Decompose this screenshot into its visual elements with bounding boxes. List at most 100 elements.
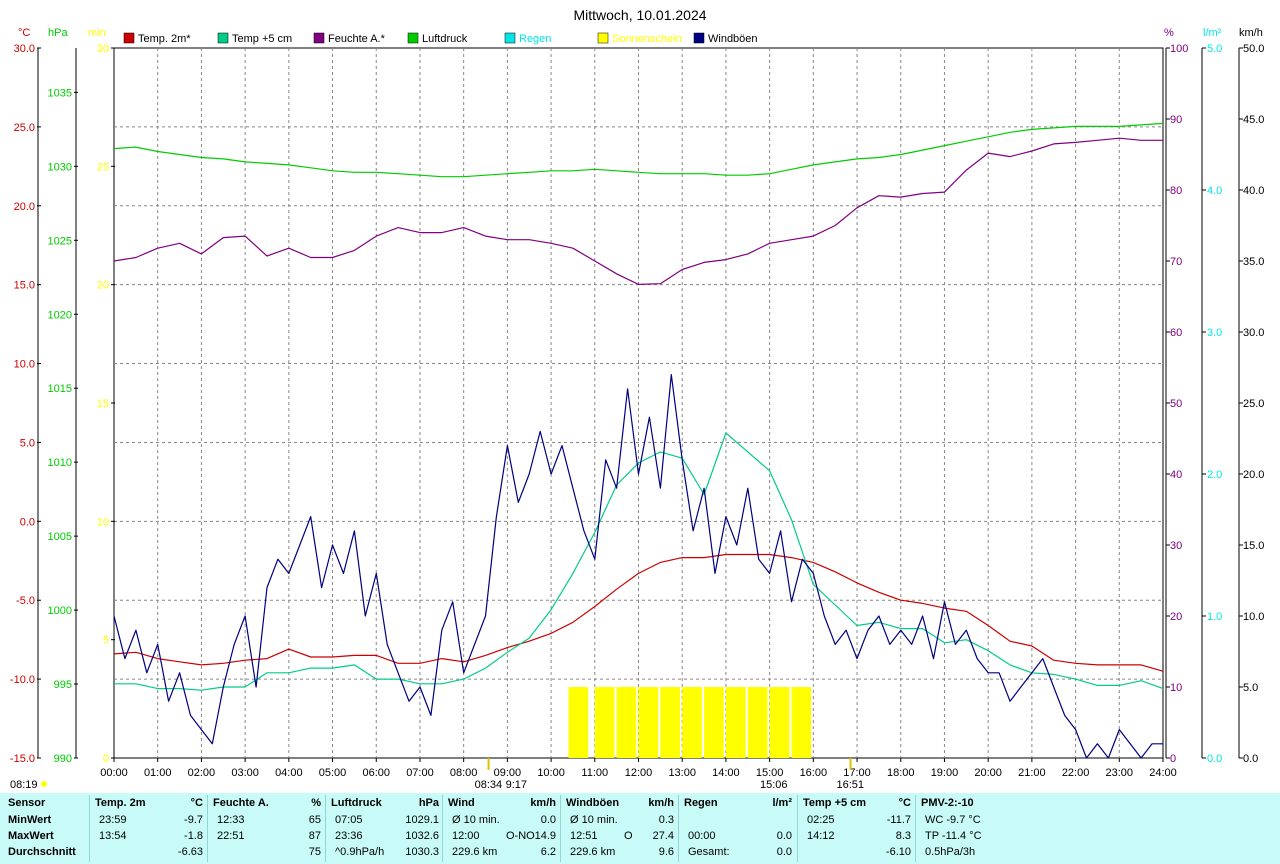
footer-cell-time: 12:51 [570,830,598,842]
x-tick-label: 01:00 [144,767,172,779]
sunshine-bar [568,687,589,758]
x-tick-label: 09:00 [494,767,522,779]
wind-tick-label: 0.0 [1243,753,1258,765]
footer-group-title: Feuchte A. [213,797,269,809]
x-tick-label: 16:00 [800,767,828,779]
pressure-tick-label: 1010 [48,457,72,469]
wind-tick-label: 40.0 [1243,185,1264,197]
footer-group-title: PMV-2:-10 [921,797,974,809]
x-tick-label: 05:00 [319,767,347,779]
pressure-tick-label: 1000 [48,605,72,617]
time-annotation: 08:19 [10,779,38,791]
sunshine-bar [704,687,724,758]
weather-chart: Mittwoch, 10.01.2024 30.0 25.0 20.0 15.0 10.0… [10,7,1265,791]
temp-tick-label: 15.0 [14,280,35,292]
rain-tick-label: 5.0 [1207,43,1222,55]
legend-label: Temp +5 cm [232,33,292,45]
pressure-tick-label: 1015 [48,383,72,395]
footer-cell-value: 0.0 [776,846,792,858]
x-tick-label: 21:00 [1018,767,1046,779]
pressure-tick-label: 990 [54,753,72,765]
footer-group-unit: °C [898,797,911,809]
footer-cell-value: 1032.6 [405,830,439,842]
legend-label: Luftdruck [422,33,468,45]
footer-row-label: MinWert [8,814,52,826]
sun-tick-label: 15 [97,398,109,410]
wind-tick-label: 50.0 [1243,43,1264,55]
legend-label: Sonnenschein [612,33,682,45]
temp-tick-label: 5.0 [20,437,35,449]
humidity-tick-label: 80 [1170,185,1182,197]
footer-cell-time: Ø 10 min. [452,814,500,826]
sun-tick-label: 30 [97,43,109,55]
footer-cell-value: -11.7 [886,814,911,826]
footer-separator [915,795,916,862]
humidity-tick-label: 90 [1170,114,1182,126]
footer-group-unit: hPa [418,797,439,809]
x-tick-label: 15:00 [756,767,784,779]
legend-label: Regen [519,33,551,45]
footer-group-title: Regen [684,797,718,809]
footer-group-unit: % [311,797,321,809]
rain-tick-label: 3.0 [1207,327,1222,339]
humidity-tick-label: 30 [1170,540,1182,552]
temp-tick-label: 20.0 [14,201,35,213]
stats-footer: Sensor MinWert MaxWert Durchschnitt Temp… [0,793,1280,864]
rain-tick-label: 0.0 [1207,753,1222,765]
temp-tick-label: 10.0 [14,359,35,371]
humidity-tick-label: 60 [1170,327,1182,339]
sunshine-bar [594,687,615,758]
humidity-tick-label: 10 [1170,682,1182,694]
footer-cell-time: 12:33 [217,814,245,826]
pressure-tick-label: 1035 [48,87,72,99]
time-annotation: 16:51 [836,779,864,791]
wind-unit-label: km/h [1239,27,1263,39]
humidity-tick-label: 40 [1170,469,1182,481]
humidity-tick-label: 20 [1170,611,1182,623]
temp-tick-label: -15.0 [10,753,35,765]
footer-cell-time: Ø 10 min. [570,814,618,826]
pressure-unit-label: hPa [48,27,68,39]
sun-tick-label: 0 [103,753,109,765]
wind-tick-label: 5.0 [1243,682,1258,694]
sunshine-bar [616,687,637,758]
footer-separator [678,795,679,862]
footer-row-label: MaxWert [8,830,54,842]
sunshine-bar [725,687,746,758]
footer-cell-time: 22:51 [217,830,245,842]
footer-cell-time: Gesamt: [688,846,730,858]
x-tick-label: 06:00 [362,767,390,779]
footer-cell-time: 12:00 [452,830,480,842]
footer-cell-time: WC -9.7 °C [925,814,981,826]
footer-group-title: Luftdruck [331,797,382,809]
footer-cell-value: -9.7 [184,814,203,826]
x-tick-label: 07:00 [406,767,434,779]
footer-group-title: Windböen [566,797,620,809]
time-annotation: 9:17 [506,779,527,791]
legend-swatch [407,32,419,44]
footer-group-unit: km/h [648,797,674,809]
chart-title: Mittwoch, 10.01.2024 [573,7,706,23]
footer-separator [325,795,326,862]
legend-swatch [217,32,229,44]
rain-tick-label: 1.0 [1207,611,1222,623]
footer-cell-value: 1029.1 [405,814,439,826]
temp-unit-label: °C [18,27,30,39]
footer-cell-time: 229.6 km [452,846,498,858]
legend-swatch [313,32,325,44]
x-tick-label: 12:00 [625,767,653,779]
rain-unit-label: l/m² [1203,27,1222,39]
humidity-unit-label: % [1164,27,1174,39]
sunshine-bar [660,687,681,758]
temp-tick-label: -10.0 [10,674,35,686]
sun-marker [41,781,47,787]
footer-separator [442,795,443,862]
x-tick-label: 13:00 [668,767,696,779]
footer-cell-value: -1.8 [184,830,203,842]
footer-separator [797,795,798,862]
legend-label: Windböen [708,33,758,45]
humidity-tick-label: 70 [1170,256,1182,268]
footer-separator [89,795,90,862]
footer-cell-time: 02:25 [807,814,835,826]
x-tick-label: 14:00 [712,767,740,779]
